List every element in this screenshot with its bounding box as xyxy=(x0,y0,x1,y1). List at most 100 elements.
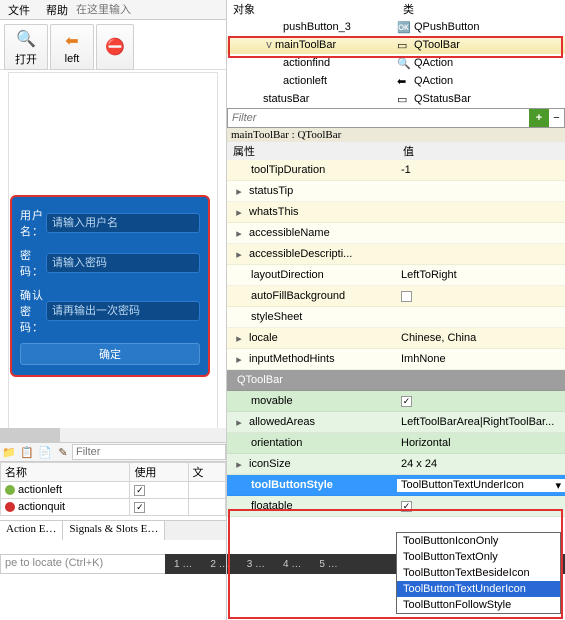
col-class[interactable]: 类 xyxy=(397,0,420,18)
class-label: QAction xyxy=(414,75,453,87)
prop-value: Horizontal xyxy=(401,437,451,449)
table-row[interactable]: actionleft ✓ xyxy=(1,482,226,499)
dropdown-option[interactable]: ToolButtonTextBesideIcon xyxy=(397,565,560,581)
prop-name: accessibleName xyxy=(249,227,330,239)
prop-name: statusTip xyxy=(249,185,293,197)
tree-row[interactable]: vmainToolBar▭QToolBar xyxy=(227,36,565,54)
num-item[interactable]: 1 … xyxy=(165,559,201,570)
property-row[interactable]: ▸whatsThis xyxy=(227,202,565,223)
property-row[interactable]: ▸statusTip xyxy=(227,181,565,202)
filter-row: + − xyxy=(227,108,565,128)
pwd-field[interactable] xyxy=(46,253,200,273)
class-icon: ⬅ xyxy=(397,75,411,87)
property-row[interactable]: ▸accessibleName xyxy=(227,223,565,244)
remove-button[interactable]: − xyxy=(549,109,564,127)
tree-label: mainToolBar xyxy=(275,39,336,51)
filter-input[interactable] xyxy=(228,109,529,127)
property-row[interactable]: ▸iconSize24 x 24 xyxy=(227,454,565,475)
property-row[interactable]: QToolBar xyxy=(227,370,565,391)
confirm-field[interactable] xyxy=(46,301,200,321)
tree-label: pushButton_3 xyxy=(283,21,351,33)
object-inspector-header: 对象 类 xyxy=(227,0,565,18)
prop-name: iconSize xyxy=(249,458,291,470)
class-label: QPushButton xyxy=(414,21,479,33)
toolbar: 🔍 打开 ⬅ left ⛔ xyxy=(0,20,226,70)
col-object[interactable]: 对象 xyxy=(227,0,397,18)
folder-icon[interactable]: 📁 xyxy=(0,446,18,459)
property-row[interactable]: toolButtonStyle ToolButtonTextUnderIcon ▾ xyxy=(227,475,565,496)
prop-value: Chinese, China xyxy=(401,332,476,344)
col-text[interactable]: 文 xyxy=(188,463,225,482)
arrow-left-icon: ⬅ xyxy=(61,30,83,52)
class-label: QAction xyxy=(414,57,453,69)
confirm-button[interactable]: 确定 xyxy=(20,343,200,365)
tree-label: actionleft xyxy=(283,75,327,87)
chevron-down-icon[interactable]: ▾ xyxy=(555,479,561,492)
prop-name: toolButtonStyle xyxy=(251,479,333,491)
col-value[interactable]: 值 xyxy=(397,142,420,160)
checkbox[interactable]: ✓ xyxy=(134,485,145,496)
close-button[interactable]: ⛔ xyxy=(96,24,134,70)
tree-row[interactable]: actionfind🔍QAction xyxy=(227,54,565,72)
col-property[interactable]: 属性 xyxy=(227,142,397,160)
new-icon[interactable]: 📄 xyxy=(36,446,54,459)
confirm-label: 确认密码： xyxy=(20,287,46,335)
toolbuttonstyle-dropdown[interactable]: ToolButtonIconOnlyToolButtonTextOnlyTool… xyxy=(396,532,561,614)
property-row[interactable]: autoFillBackground xyxy=(227,286,565,307)
property-row[interactable]: toolTipDuration-1 xyxy=(227,160,565,181)
tree-row[interactable]: statusBar▭QStatusBar xyxy=(227,90,565,108)
checkbox[interactable]: ✓ xyxy=(401,501,412,512)
checkbox[interactable]: ✓ xyxy=(401,396,412,407)
action-table: 名称 使用 文 actionleft ✓ actionquit ✓ xyxy=(0,462,226,520)
menu-file[interactable]: 文件 xyxy=(0,0,38,20)
col-name[interactable]: 名称 xyxy=(1,463,130,482)
prop-name: orientation xyxy=(251,437,302,449)
class-icon: ▭ xyxy=(397,93,411,105)
class-icon: ▭ xyxy=(397,39,411,51)
checkbox[interactable] xyxy=(401,291,412,302)
property-row[interactable]: ▸allowedAreasLeftToolBarArea|RightToolBa… xyxy=(227,412,565,433)
mini-filter[interactable] xyxy=(72,444,226,460)
col-used[interactable]: 使用 xyxy=(130,463,188,482)
dropdown-option[interactable]: ToolButtonFollowStyle xyxy=(397,597,560,613)
open-button[interactable]: 🔍 打开 xyxy=(4,24,48,70)
property-row[interactable]: ▸inputMethodHintsImhNone xyxy=(227,349,565,370)
property-row[interactable]: layoutDirectionLeftToRight xyxy=(227,265,565,286)
h-scrollbar[interactable] xyxy=(0,428,226,442)
edit-icon[interactable]: ✎ xyxy=(54,446,72,459)
dropdown-option[interactable]: ToolButtonIconOnly xyxy=(397,533,560,549)
dropdown-option[interactable]: ToolButtonTextOnly xyxy=(397,549,560,565)
tree-row[interactable]: actionleft ⬅QAction xyxy=(227,72,565,90)
menu-help[interactable]: 帮助 xyxy=(38,0,76,20)
property-row[interactable]: floatable ✓ xyxy=(227,496,565,517)
prop-value: ToolButtonTextUnderIcon xyxy=(401,479,524,491)
prop-name: whatsThis xyxy=(249,206,299,218)
prop-value: -1 xyxy=(401,164,411,176)
tab-signals-slots[interactable]: Signals & Slots E… xyxy=(63,521,165,540)
action-icon xyxy=(5,485,15,495)
dropdown-option[interactable]: ToolButtonTextUnderIcon xyxy=(397,581,560,597)
user-field[interactable] xyxy=(46,213,200,233)
action-icon xyxy=(5,502,15,512)
class-icon: 🔍 xyxy=(397,57,411,69)
property-row[interactable]: movable✓ xyxy=(227,391,565,412)
checkbox[interactable]: ✓ xyxy=(134,502,145,513)
tree-row[interactable]: pushButton_3🆗QPushButton xyxy=(227,18,565,36)
bottom-tabs: Action E… Signals & Slots E… xyxy=(0,520,226,540)
object-tree: pushButton_3🆗QPushButtonvmainToolBar▭QTo… xyxy=(227,18,565,108)
search-icon: 🔍 xyxy=(15,28,37,50)
property-row[interactable]: orientation Horizontal xyxy=(227,433,565,454)
left-button[interactable]: ⬅ left xyxy=(50,24,94,70)
table-row[interactable]: actionquit ✓ xyxy=(1,499,226,516)
login-form: 用户名： 密 码： 确认密码： 确定 xyxy=(10,195,210,377)
menu-input[interactable] xyxy=(76,4,146,16)
add-button[interactable]: + xyxy=(529,109,549,127)
prop-name: floatable xyxy=(251,500,293,512)
property-row[interactable]: ▸localeChinese, China xyxy=(227,328,565,349)
property-row[interactable]: styleSheet xyxy=(227,307,565,328)
property-row[interactable]: ▸accessibleDescripti... xyxy=(227,244,565,265)
class-label: QStatusBar xyxy=(414,93,471,105)
copy-icon[interactable]: 📋 xyxy=(18,446,36,459)
open-label: 打开 xyxy=(15,51,37,67)
tab-action-editor[interactable]: Action E… xyxy=(0,521,63,540)
